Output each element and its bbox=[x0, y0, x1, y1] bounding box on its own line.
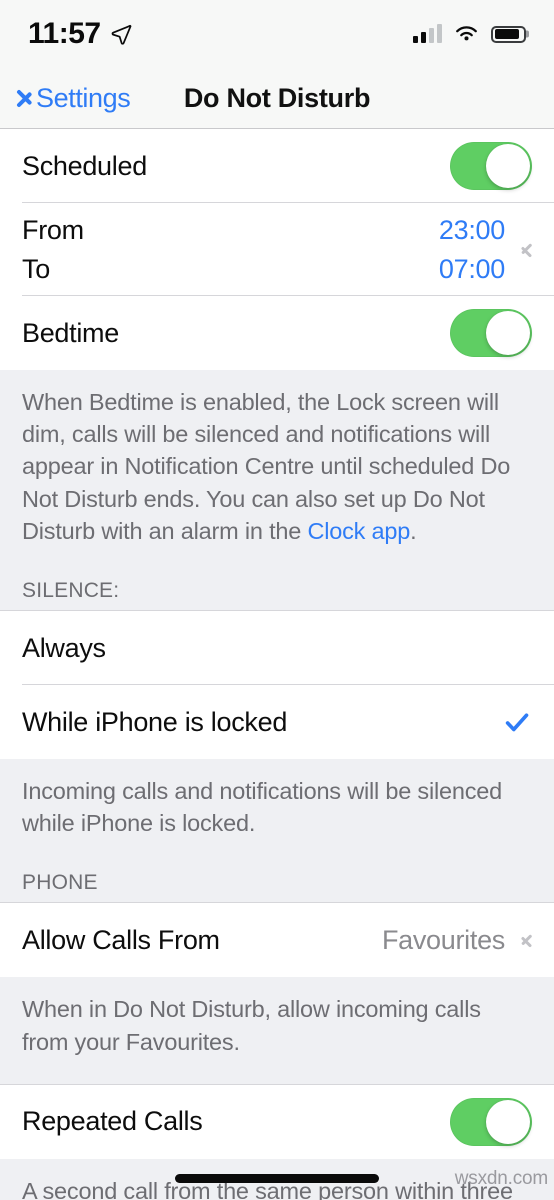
row-bedtime[interactable]: Bedtime bbox=[0, 296, 554, 371]
silence-footer: Incoming calls and notifications will be… bbox=[0, 759, 554, 852]
silence-group: Always While iPhone is locked bbox=[0, 611, 554, 760]
phone-footer: When in Do Not Disturb, allow incoming c… bbox=[0, 977, 554, 1070]
allow-calls-value: Favourites bbox=[381, 924, 505, 955]
wifi-icon bbox=[456, 26, 477, 41]
cellular-signal-icon bbox=[413, 24, 442, 43]
phone-section-header: PHONE bbox=[0, 851, 554, 903]
back-button[interactable]: Settings bbox=[16, 82, 131, 114]
row-silence-always[interactable]: Always bbox=[0, 611, 554, 686]
silence-option-label: Always bbox=[22, 632, 106, 663]
schedule-group: Scheduled From To 23:00 07:00 Bedtime bbox=[0, 129, 554, 371]
chevron-left-icon bbox=[16, 83, 32, 113]
from-value: 23:00 bbox=[438, 215, 505, 245]
bedtime-footer-text-2: . bbox=[410, 517, 417, 544]
status-bar-time: 11:57 bbox=[28, 17, 101, 50]
watermark: wsxdn.com bbox=[454, 1168, 548, 1189]
battery-icon bbox=[491, 25, 526, 43]
to-value: 07:00 bbox=[438, 253, 505, 284]
row-schedule-times[interactable]: From To 23:00 07:00 bbox=[0, 203, 554, 297]
repeated-calls-toggle[interactable] bbox=[450, 1097, 532, 1146]
allow-calls-disclosure bbox=[505, 930, 532, 950]
row-scheduled[interactable]: Scheduled bbox=[0, 129, 554, 203]
silence-section-header: SILENCE: bbox=[0, 559, 554, 611]
silence-option-label: While iPhone is locked bbox=[22, 706, 288, 737]
iphone-screen: 11:57 Settings Do Not Disturb Scheduled … bbox=[0, 0, 554, 1200]
repeated-calls-group: Repeated Calls bbox=[0, 1084, 554, 1159]
row-silence-while-locked[interactable]: While iPhone is locked bbox=[0, 685, 554, 760]
checkmark-icon bbox=[505, 713, 529, 732]
allow-calls-label: Allow Calls From bbox=[22, 924, 220, 955]
row-allow-calls-from[interactable]: Allow Calls From Favourites bbox=[0, 903, 554, 978]
clock-app-link[interactable]: Clock app bbox=[307, 518, 410, 544]
bedtime-toggle[interactable] bbox=[450, 309, 532, 358]
repeated-calls-label: Repeated Calls bbox=[22, 1106, 203, 1137]
chevron-right-icon bbox=[521, 930, 532, 950]
settings-list[interactable]: Scheduled From To 23:00 07:00 Bedtime Wh… bbox=[0, 129, 554, 1200]
schedule-time-values: 23:00 07:00 bbox=[439, 203, 505, 296]
schedule-disclosure bbox=[505, 203, 532, 296]
scheduled-label: Scheduled bbox=[22, 150, 147, 181]
scheduled-toggle[interactable] bbox=[450, 142, 532, 190]
bedtime-footer-text-1: When Bedtime is enabled, the Lock screen… bbox=[22, 389, 511, 544]
row-repeated-calls[interactable]: Repeated Calls bbox=[0, 1084, 554, 1159]
home-indicator[interactable] bbox=[175, 1174, 379, 1183]
bedtime-label: Bedtime bbox=[22, 317, 119, 348]
navigation-bar: Settings Do Not Disturb bbox=[0, 68, 554, 129]
location-arrow-icon bbox=[110, 23, 132, 45]
phone-group: Allow Calls From Favourites bbox=[0, 903, 554, 978]
from-label: From bbox=[22, 215, 84, 245]
status-bar-icons bbox=[413, 24, 526, 44]
back-button-label: Settings bbox=[36, 82, 131, 113]
chevron-right-icon bbox=[521, 240, 532, 260]
bedtime-footer: When Bedtime is enabled, the Lock screen… bbox=[0, 370, 554, 560]
section-gap bbox=[0, 1069, 554, 1084]
status-bar: 11:57 bbox=[0, 0, 554, 68]
schedule-time-labels: From To bbox=[22, 203, 84, 296]
to-label: To bbox=[22, 253, 50, 284]
